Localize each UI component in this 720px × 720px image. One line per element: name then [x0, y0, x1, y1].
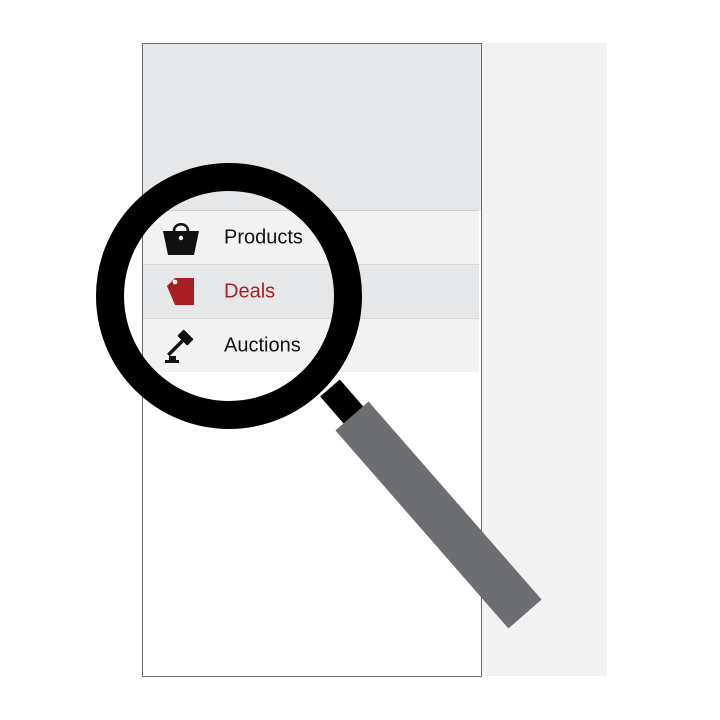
header-placeholder	[143, 44, 481, 210]
navigation-menu: Products Deals Auctions	[143, 210, 479, 372]
menu-item-label: Auctions	[224, 334, 301, 356]
mobile-screen: Products Deals Auctions	[142, 43, 482, 677]
price-tag-icon	[161, 272, 201, 312]
background-panel	[482, 43, 607, 676]
menu-item-auctions[interactable]: Auctions	[143, 318, 479, 372]
menu-item-label: Products	[224, 226, 303, 248]
shopping-bag-icon	[161, 218, 201, 258]
menu-item-label: Deals	[224, 280, 276, 302]
menu-item-products[interactable]: Products	[143, 210, 479, 264]
illustration-stage: Products Deals Auctions	[0, 0, 720, 720]
menu-item-deals[interactable]: Deals	[143, 264, 479, 318]
gavel-icon	[161, 326, 201, 366]
